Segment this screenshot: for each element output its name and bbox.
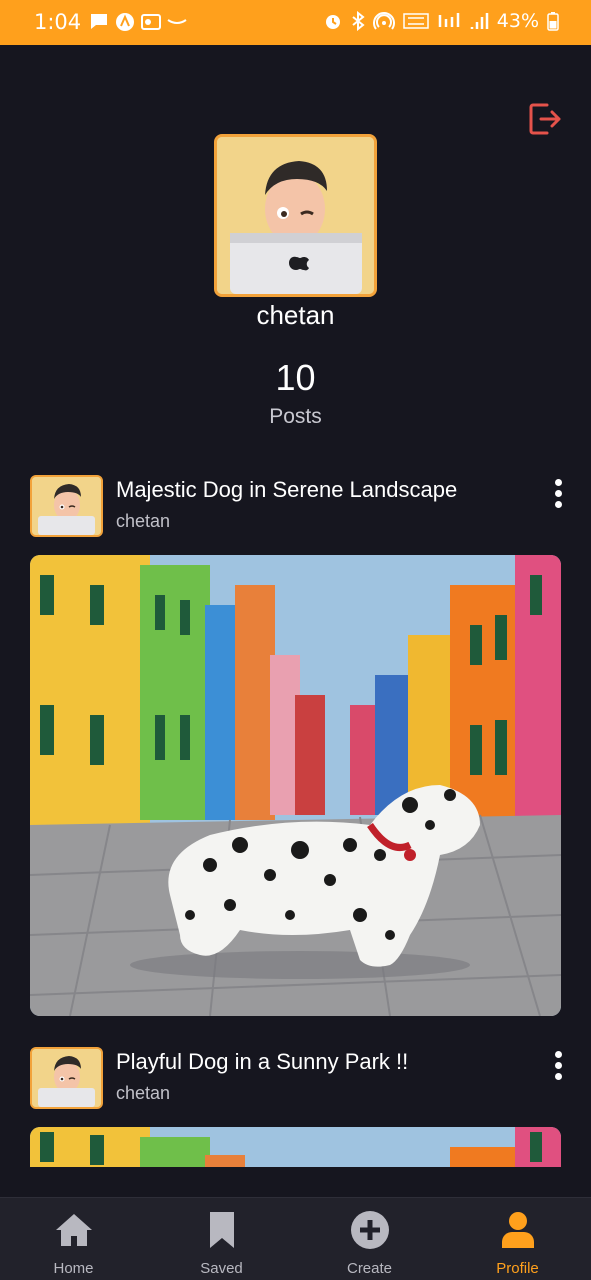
battery-percent: 43%: [496, 10, 539, 32]
profile-avatar[interactable]: [214, 134, 377, 297]
home-icon: [55, 1214, 92, 1246]
status-time: 1:04: [34, 10, 82, 34]
nav-create-label: Create: [346, 1260, 393, 1277]
plus-circle-icon: [350, 1211, 389, 1249]
post-author-avatar[interactable]: [30, 475, 103, 537]
bottom-navigation: Home Saved Create Profile: [0, 1197, 591, 1280]
dalmatian-street-photo: [30, 555, 561, 1016]
hotspot-icon: [372, 12, 395, 30]
person-icon: [501, 1212, 534, 1248]
nav-home[interactable]: Home: [0, 1198, 147, 1280]
post-image[interactable]: [30, 555, 561, 1016]
bluetooth-icon: [352, 11, 365, 31]
nav-profile-label: Profile: [496, 1260, 539, 1277]
nav-saved[interactable]: Saved: [148, 1198, 295, 1280]
profile-username: chetan: [256, 300, 335, 330]
message-icon: [91, 14, 108, 29]
bookmark-icon: [209, 1212, 234, 1248]
post-header: Majestic Dog in Serene Landscape chetan: [30, 475, 564, 539]
more-options-icon[interactable]: [552, 479, 564, 509]
nav-saved-label: Saved: [200, 1260, 243, 1277]
status-bar: 1:04 43%: [0, 0, 591, 45]
memoji-avatar-image: [32, 1049, 101, 1107]
nav-profile[interactable]: Profile: [444, 1198, 591, 1280]
post-count-value: 10: [275, 357, 316, 398]
post-count-label: Posts: [269, 405, 322, 428]
post-author[interactable]: chetan: [116, 1083, 170, 1104]
post-author-avatar[interactable]: [30, 1047, 103, 1109]
outlook-icon: [141, 14, 162, 30]
alarm-icon: [325, 15, 340, 29]
nav-home-label: Home: [53, 1260, 94, 1277]
post-title[interactable]: Playful Dog in a Sunny Park !!: [116, 1049, 408, 1075]
post-header: Playful Dog in a Sunny Park !! chetan: [30, 1047, 564, 1111]
amazon-icon: [167, 19, 187, 24]
post-title[interactable]: Majestic Dog in Serene Landscape: [116, 477, 457, 503]
signal-4g-icon: [438, 13, 460, 27]
battery-icon: [547, 12, 559, 31]
post-image[interactable]: [30, 1127, 561, 1167]
memoji-avatar-image: [217, 137, 374, 294]
memoji-avatar-image: [32, 477, 101, 535]
logout-icon[interactable]: [527, 101, 563, 137]
dalmatian-street-photo: [30, 1127, 561, 1167]
nav-create[interactable]: Create: [296, 1198, 443, 1280]
more-options-icon[interactable]: [552, 1051, 564, 1081]
app-notification-icon: [116, 13, 135, 31]
volte-icon: [403, 13, 429, 29]
post-author[interactable]: chetan: [116, 511, 170, 532]
signal-icon: [470, 13, 489, 29]
